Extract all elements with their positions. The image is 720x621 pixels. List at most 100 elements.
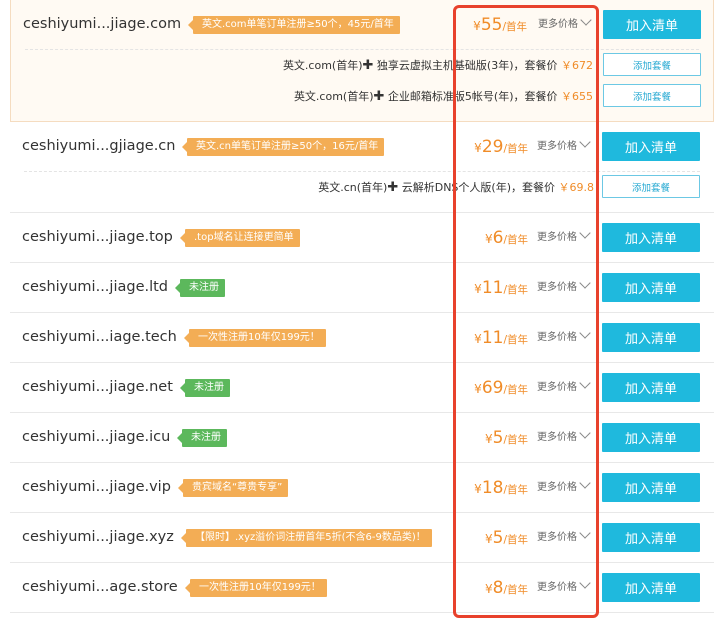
price-value: 55 (480, 15, 503, 35)
more-prices-toggle[interactable]: 更多价格 (538, 0, 592, 49)
plus-icon: ✚ (387, 180, 399, 195)
package-price: ￥69.8 (558, 181, 595, 194)
price-value: 69 (481, 378, 504, 398)
plus-icon: ✚ (373, 89, 385, 104)
package-row: 英文.com(首年)✚ 企业邮箱标准版5帐号(年)，套餐价 ￥655 添加套餐 (11, 81, 713, 112)
add-package-button[interactable]: 添加套餐 (603, 53, 701, 76)
more-prices-toggle[interactable]: 更多价格 (537, 122, 591, 171)
more-prices-label: 更多价格 (537, 482, 577, 493)
currency-symbol: ¥ (484, 532, 493, 546)
chevron-down-icon (579, 136, 591, 148)
promo-tag: 未注册 (175, 279, 225, 297)
domain-row: ceshiyumi...jiage.ltd 未注册 ¥11/首年 更多价格 加入清单 (10, 263, 714, 313)
package-item-2: 独享云虚拟主机基础版(3年)， (373, 59, 525, 72)
more-prices-label: 更多价格 (537, 141, 577, 152)
domain-row-main: ceshiyumi...jiage.ltd 未注册 ¥11/首年 更多价格 加入清单 (10, 263, 714, 312)
more-prices-toggle[interactable]: 更多价格 (537, 563, 591, 612)
package-row: 英文.cn(首年)✚ 云解析DNS个人版(年)，套餐价 ￥69.8 添加套餐 (10, 172, 714, 203)
add-package-button[interactable]: 添加套餐 (602, 175, 700, 198)
plus-icon: ✚ (362, 58, 374, 73)
currency-symbol: ¥ (484, 432, 493, 446)
price-unit: /首年 (503, 434, 528, 446)
domain-row: ceshiyumi...iage.tech 一次性注册10年仅199元！ ¥11/首… (10, 313, 714, 363)
package-price-label: 套餐价 (522, 181, 555, 194)
domain-row-main: ceshiyumi...jiage.xyz 【限时】.xyz溢价词注册首年5折(不… (10, 513, 714, 562)
add-to-list-button[interactable]: 加入清单 (602, 273, 700, 302)
price-unit: /首年 (503, 384, 528, 396)
more-prices-label: 更多价格 (538, 19, 578, 30)
add-package-button[interactable]: 添加套餐 (603, 84, 701, 107)
package-item: 英文.com(首年) (293, 90, 374, 103)
package-item: 英文.cn(首年) (318, 181, 388, 194)
chevron-down-icon (579, 377, 591, 389)
domain-row-main: ceshiyumi...jiage.net 未注册 ¥69/首年 更多价格 加入清单 (10, 363, 714, 412)
domain-name: ceshiyumi...jiage.ltd (22, 279, 169, 295)
price: ¥11/首年 (474, 313, 528, 365)
price-value: 5 (492, 428, 504, 448)
promo-tag: 【限时】.xyz溢价词注册首年5折(不含6-9数品类)！ (181, 529, 432, 547)
chevron-down-icon (579, 327, 591, 339)
domain-row-main: ceshiyumi...iage.tech 一次性注册10年仅199元！ ¥11/首… (10, 313, 714, 362)
add-to-list-button[interactable]: 加入清单 (602, 473, 700, 502)
add-to-list-button[interactable]: 加入清单 (603, 10, 701, 39)
more-prices-label: 更多价格 (537, 432, 577, 443)
chevron-down-icon (580, 14, 592, 26)
price-value: 29 (481, 137, 504, 157)
more-prices-toggle[interactable]: 更多价格 (537, 463, 591, 512)
chevron-down-icon (579, 577, 591, 589)
domain-result-list: ceshiyumi...jiage.com 英文.com单笔订单注册≥50个，45… (10, 0, 714, 613)
currency-symbol: ¥ (474, 141, 482, 155)
domain-row-main: ceshiyumi...gjiage.cn 英文.cn单笔订单注册≥50个，16元… (10, 122, 714, 171)
domain-row: ceshiyumi...jiage.com 英文.com单笔订单注册≥50个，45… (10, 0, 714, 122)
more-prices-toggle[interactable]: 更多价格 (537, 263, 591, 312)
domain-name: ceshiyumi...jiage.vip (22, 479, 171, 495)
domain-name: ceshiyumi...jiage.xyz (22, 529, 174, 545)
chevron-down-icon (579, 477, 591, 489)
price-unit: /首年 (503, 584, 528, 596)
more-prices-label: 更多价格 (537, 582, 577, 593)
price-value: 6 (492, 228, 504, 248)
add-to-list-button[interactable]: 加入清单 (602, 573, 700, 602)
package-price: ￥672 (561, 59, 593, 72)
package-spacer (11, 112, 713, 121)
price-unit: /首年 (502, 21, 527, 33)
domain-row-main: ceshiyumi...jiage.com 英文.com单笔订单注册≥50个，45… (11, 0, 713, 49)
domain-name: ceshiyumi...gjiage.cn (22, 138, 176, 154)
chevron-down-icon (579, 527, 591, 539)
more-prices-toggle[interactable]: 更多价格 (537, 513, 591, 562)
domain-row-main: ceshiyumi...jiage.icu 未注册 ¥5/首年 更多价格 加入清单 (10, 413, 714, 462)
price-value: 18 (481, 478, 504, 498)
add-to-list-button[interactable]: 加入清单 (602, 323, 700, 352)
domain-name: ceshiyumi...jiage.com (23, 16, 182, 32)
domain-row: ceshiyumi...jiage.xyz 【限时】.xyz溢价词注册首年5折(不… (10, 513, 714, 563)
more-prices-toggle[interactable]: 更多价格 (537, 213, 591, 262)
domain-row: ceshiyumi...age.store 一次性注册10年仅199元！ ¥8/首年… (10, 563, 714, 613)
package-description: 英文.com(首年)✚ 企业邮箱标准版5帐号(年)，套餐价 ￥655 (294, 81, 593, 112)
domain-row: ceshiyumi...jiage.net 未注册 ¥69/首年 更多价格 加入清单 (10, 363, 714, 413)
domain-name: ceshiyumi...jiage.icu (22, 429, 171, 445)
domain-row: ceshiyumi...jiage.top .top域名让连接更简单 ¥6/首年 更多… (10, 213, 714, 263)
price-value: 8 (492, 578, 504, 598)
more-prices-toggle[interactable]: 更多价格 (537, 363, 591, 412)
more-prices-label: 更多价格 (537, 532, 577, 543)
price-value: 5 (492, 528, 504, 548)
domain-name: ceshiyumi...iage.tech (22, 329, 177, 345)
package-description: 英文.cn(首年)✚ 云解析DNS个人版(年)，套餐价 ￥69.8 (318, 172, 594, 203)
add-to-list-button[interactable]: 加入清单 (602, 373, 700, 402)
promo-tag: 未注册 (177, 429, 227, 447)
price: ¥29/首年 (474, 122, 528, 174)
price-unit: /首年 (503, 334, 528, 346)
add-to-list-button[interactable]: 加入清单 (602, 132, 700, 161)
package-price-label: 套餐价 (524, 90, 558, 103)
add-to-list-button[interactable]: 加入清单 (602, 223, 700, 252)
currency-symbol: ¥ (474, 482, 482, 496)
package-price: ￥655 (561, 90, 593, 103)
domain-row: ceshiyumi...jiage.icu 未注册 ¥5/首年 更多价格 加入清单 (10, 413, 714, 463)
package-item-2: 企业邮箱标准版5帐号(年)， (384, 90, 525, 103)
add-to-list-button[interactable]: 加入清单 (602, 423, 700, 452)
add-to-list-button[interactable]: 加入清单 (602, 523, 700, 552)
more-prices-toggle[interactable]: 更多价格 (537, 413, 591, 462)
domain-row-main: ceshiyumi...jiage.top .top域名让连接更简单 ¥6/首年 更多… (10, 213, 714, 262)
more-prices-toggle[interactable]: 更多价格 (537, 313, 591, 362)
domain-name: ceshiyumi...age.store (22, 579, 178, 595)
